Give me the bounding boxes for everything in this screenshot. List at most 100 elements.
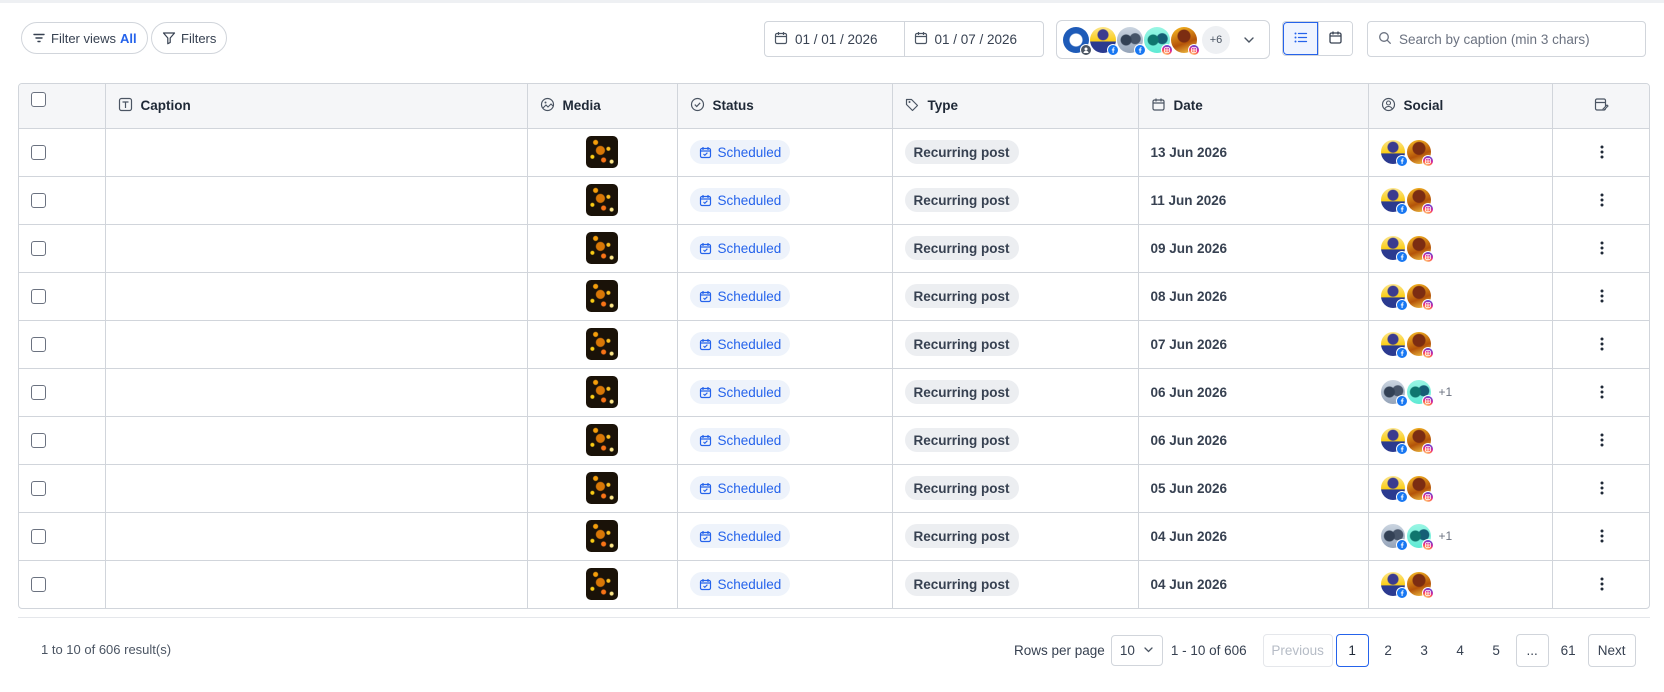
range-label: 1 - 10 of 606 (1170, 643, 1247, 658)
date-cell: 04 Jun 2026 (1138, 512, 1369, 561)
kebab-icon[interactable] (1594, 480, 1610, 496)
result-count: 1 to 10 of 606 result(s) (41, 642, 172, 657)
image-icon (540, 97, 555, 115)
caption-cell[interactable] (105, 320, 528, 369)
table-row[interactable]: Scheduled Recurring post 04 Jun 2026 +1 (19, 512, 1649, 561)
column-header-caption[interactable]: Caption (105, 84, 528, 129)
avatar (1406, 428, 1434, 455)
table-row[interactable]: Scheduled Recurring post 06 Jun 2026 +1 (19, 368, 1649, 417)
edit-columns-icon[interactable] (1594, 97, 1610, 112)
type-badge: Recurring post (904, 476, 1019, 500)
kebab-icon[interactable] (1594, 576, 1610, 592)
kebab-icon[interactable] (1594, 192, 1610, 208)
caption-cell[interactable] (105, 560, 528, 608)
page-button-5[interactable]: 5 (1479, 634, 1513, 667)
caption-cell[interactable] (105, 128, 528, 177)
table-row[interactable]: Scheduled Recurring post 05 Jun 2026 (19, 464, 1649, 513)
table-row[interactable]: Scheduled Recurring post 09 Jun 2026 (19, 224, 1649, 273)
caption-cell[interactable] (105, 416, 528, 465)
table-row[interactable]: Scheduled Recurring post 13 Jun 2026 (19, 128, 1649, 177)
column-header-social[interactable]: Social (1368, 84, 1553, 129)
caption-cell[interactable] (105, 224, 528, 273)
status-label: Scheduled (717, 144, 782, 160)
avatar (1380, 332, 1408, 359)
column-header-status[interactable]: Status (677, 84, 893, 129)
caption-cell[interactable] (105, 512, 528, 561)
caption-cell[interactable] (105, 368, 528, 417)
account-selector[interactable]: +6 (1056, 20, 1270, 59)
status-badge: Scheduled (689, 332, 791, 356)
row-checkbox[interactable] (31, 432, 46, 448)
avatar (1380, 188, 1408, 215)
media-thumbnail[interactable] (586, 328, 618, 360)
caption-cell[interactable] (105, 464, 528, 513)
kebab-icon[interactable] (1594, 240, 1610, 256)
table-row[interactable]: Scheduled Recurring post 11 Jun 2026 (19, 176, 1649, 225)
media-thumbnail[interactable] (586, 136, 618, 168)
posts-table: Caption Media Status Type Date Social Sc… (18, 83, 1650, 609)
kebab-icon[interactable] (1594, 336, 1610, 352)
page-button-4[interactable]: 4 (1443, 634, 1477, 667)
filters-button[interactable]: Filters (151, 22, 228, 54)
page-button-1[interactable]: 1 (1335, 634, 1369, 667)
table-row[interactable]: Scheduled Recurring post 07 Jun 2026 (19, 320, 1649, 369)
kebab-icon[interactable] (1594, 144, 1610, 160)
rows-per-page-label: Rows per page (1014, 643, 1105, 658)
media-thumbnail[interactable] (586, 184, 618, 216)
kebab-icon[interactable] (1594, 528, 1610, 544)
media-thumbnail[interactable] (586, 568, 618, 601)
kebab-icon[interactable] (1594, 384, 1610, 400)
social-cell (1368, 272, 1553, 321)
column-header-media[interactable]: Media (527, 84, 678, 129)
table-row[interactable]: Scheduled Recurring post 04 Jun 2026 (19, 560, 1649, 608)
rows-per-page-select[interactable]: 10 (1110, 635, 1163, 666)
date-from-field[interactable]: 01 / 01 / 2026 (765, 22, 904, 56)
row-checkbox[interactable] (31, 144, 46, 160)
table-row[interactable]: Scheduled Recurring post 06 Jun 2026 (19, 416, 1649, 465)
media-thumbnail[interactable] (586, 280, 618, 312)
column-header-type[interactable]: Type (892, 84, 1139, 129)
type-badge: Recurring post (904, 524, 1019, 548)
row-checkbox[interactable] (31, 192, 46, 208)
media-thumbnail[interactable] (586, 232, 618, 264)
column-header-date[interactable]: Date (1138, 84, 1369, 129)
table-row[interactable]: Scheduled Recurring post 08 Jun 2026 (19, 272, 1649, 321)
calendar-icon (914, 31, 928, 48)
kebab-icon[interactable] (1594, 432, 1610, 448)
row-checkbox[interactable] (31, 240, 46, 256)
media-thumbnail[interactable] (586, 472, 618, 504)
calendar-view-button[interactable] (1317, 22, 1352, 55)
page-button-3[interactable]: 3 (1407, 634, 1441, 667)
kebab-icon[interactable] (1594, 288, 1610, 304)
row-checkbox[interactable] (31, 336, 46, 352)
post-date: 13 Jun 2026 (1150, 144, 1228, 160)
page-button-2[interactable]: 2 (1371, 634, 1405, 667)
search-input[interactable] (1399, 31, 1629, 47)
row-checkbox[interactable] (31, 384, 46, 400)
next-page-button[interactable]: Next (1587, 634, 1636, 667)
page-button-61[interactable]: 61 (1551, 634, 1585, 667)
avatar (1380, 140, 1408, 167)
row-checkbox[interactable] (31, 288, 46, 304)
list-view-button[interactable] (1283, 22, 1318, 55)
actions-cell (1552, 512, 1649, 561)
row-checkbox[interactable] (31, 480, 46, 496)
date-to-field[interactable]: 01 / 07 / 2026 (903, 22, 1044, 56)
actions-cell (1552, 176, 1649, 225)
post-date: 11 Jun 2026 (1150, 192, 1227, 208)
select-all-checkbox[interactable] (31, 92, 46, 108)
media-thumbnail[interactable] (586, 520, 618, 552)
caption-cell[interactable] (105, 176, 528, 225)
calendar-check-icon (699, 530, 712, 543)
media-thumbnail[interactable] (586, 376, 618, 408)
calendar-icon (774, 31, 788, 48)
caption-cell[interactable] (105, 272, 528, 321)
filter-views-button[interactable]: Filter views All (21, 22, 148, 54)
previous-page-button[interactable]: Previous (1262, 634, 1333, 667)
page-ellipsis-button[interactable]: ... (1515, 634, 1549, 667)
date-cell: 11 Jun 2026 (1138, 176, 1369, 225)
row-checkbox[interactable] (31, 577, 46, 593)
media-thumbnail[interactable] (586, 424, 618, 456)
row-checkbox[interactable] (31, 528, 46, 544)
type-cell: Recurring post (892, 560, 1139, 608)
